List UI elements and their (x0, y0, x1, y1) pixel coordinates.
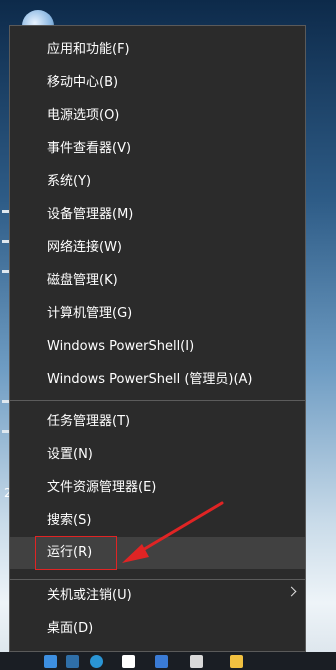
menu-item-disk-management[interactable]: 磁盘管理(K) (10, 265, 305, 297)
menu-item-label: 关机或注销(U) (47, 588, 132, 603)
taskbar-app-icon[interactable] (66, 655, 79, 668)
menu-item-desktop[interactable]: 桌面(D) (10, 613, 305, 645)
taskbar-app-icon[interactable] (190, 655, 203, 668)
menu-item-settings[interactable]: 设置(N) (10, 439, 305, 471)
taskbar-app-icon[interactable] (122, 655, 135, 668)
edge-icon[interactable] (90, 655, 103, 668)
menu-item-power-options[interactable]: 电源选项(O) (10, 100, 305, 132)
menu-item-event-viewer[interactable]: 事件查看器(V) (10, 133, 305, 165)
menu-separator (10, 400, 305, 401)
start-icon[interactable] (44, 655, 57, 668)
menu-item-system[interactable]: 系统(Y) (10, 166, 305, 198)
menu-item-powershell[interactable]: Windows PowerShell(I) (10, 331, 305, 363)
annotation-arrow-icon (122, 501, 224, 563)
menu-item-powershell-admin[interactable]: Windows PowerShell (管理员)(A) (10, 364, 305, 396)
menu-item-computer-management[interactable]: 计算机管理(G) (10, 298, 305, 330)
menu-item-network-connections[interactable]: 网络连接(W) (10, 232, 305, 264)
taskbar-app-icon[interactable] (230, 655, 243, 668)
menu-item-device-manager[interactable]: 设备管理器(M) (10, 199, 305, 231)
menu-item-apps-features[interactable]: 应用和功能(F) (10, 34, 305, 66)
annotation-highlight-box (35, 536, 117, 570)
menu-item-task-manager[interactable]: 任务管理器(T) (10, 406, 305, 438)
menu-item-shutdown-signout[interactable]: 关机或注销(U) (10, 580, 305, 612)
taskbar-app-icon[interactable] (155, 655, 168, 668)
taskbar (0, 652, 336, 670)
menu-item-mobility-center[interactable]: 移动中心(B) (10, 67, 305, 99)
chevron-right-icon (286, 586, 297, 597)
